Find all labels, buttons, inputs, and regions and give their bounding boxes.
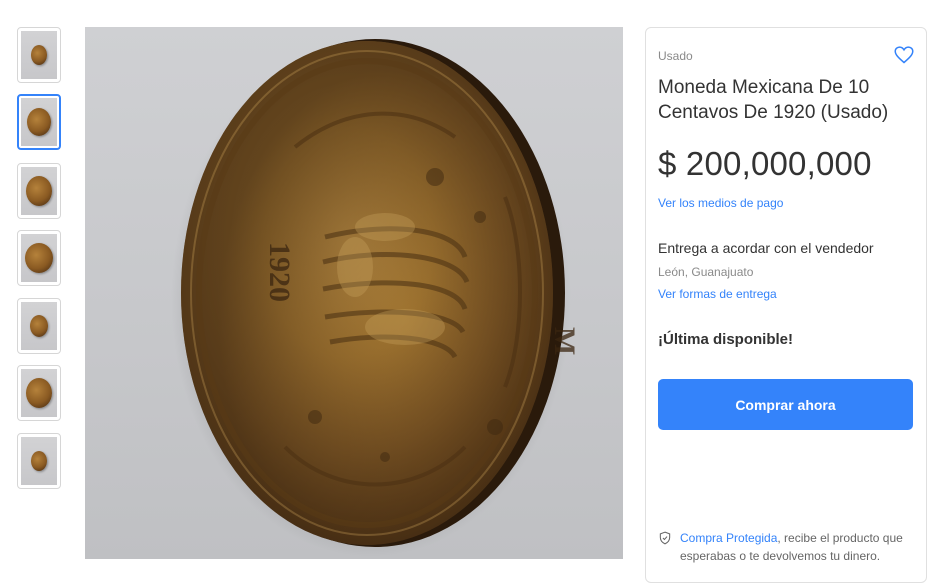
coin-thumb: [25, 243, 53, 273]
thumbnail-3[interactable]: [17, 163, 61, 219]
svg-text:1920: 1920: [263, 242, 296, 302]
svg-text:M: M: [548, 327, 581, 355]
thumbnail-image: [21, 167, 57, 215]
thumbnail-image: [21, 31, 57, 79]
condition-label: Usado: [658, 49, 693, 63]
thumbnail-image: [21, 369, 57, 417]
product-page: 1920 M Usado Moneda Mexicana De 10 Centa…: [0, 0, 928, 586]
payment-methods-link[interactable]: Ver los medios de pago: [658, 196, 783, 210]
seller-location: León, Guanajuato: [658, 265, 754, 279]
thumbnail-4[interactable]: [17, 230, 61, 286]
thumbnail-5[interactable]: [17, 298, 61, 354]
thumbnail-6[interactable]: [17, 365, 61, 421]
heart-icon[interactable]: [894, 45, 914, 65]
thumbnail-image: [21, 437, 57, 485]
coin-thumb: [31, 45, 47, 65]
product-title: Moneda Mexicana De 10 Centavos De 1920 (…: [658, 77, 889, 123]
main-product-image[interactable]: 1920 M: [85, 27, 623, 559]
purchase-protection: Compra Protegida, recibe el producto que…: [658, 529, 908, 565]
thumbnail-image: [21, 234, 57, 282]
coin-thumb: [26, 378, 52, 408]
product-price: $ 200,000,000: [658, 145, 872, 182]
thumbnail-2[interactable]: [17, 94, 61, 150]
delivery-text: Entrega a acordar con el vendedor: [658, 240, 874, 256]
coin-thumb: [26, 176, 52, 206]
thumbnail-7[interactable]: [17, 433, 61, 489]
stock-status: ¡Última disponible!: [658, 331, 793, 348]
product-info-panel: Usado Moneda Mexicana De 10 Centavos De …: [645, 27, 927, 583]
coin-thumb: [30, 315, 48, 337]
delivery-options-link[interactable]: Ver formas de entrega: [658, 287, 777, 301]
shield-check-icon: [659, 531, 671, 545]
protected-purchase-link[interactable]: Compra Protegida: [680, 531, 777, 545]
thumbnail-image: [21, 98, 57, 146]
page: 1920 M Usado Moneda Mexicana De 10 Centa…: [0, 0, 928, 586]
thumbnail-1[interactable]: [17, 27, 61, 83]
coin-thumb: [27, 108, 51, 136]
protection-text-block: Compra Protegida, recibe el producto que…: [680, 529, 908, 565]
coin-image: 1920 M: [171, 39, 581, 557]
coin-thumb: [31, 451, 47, 471]
buy-now-button[interactable]: Comprar ahora: [658, 379, 913, 430]
thumbnail-image: [21, 302, 57, 350]
